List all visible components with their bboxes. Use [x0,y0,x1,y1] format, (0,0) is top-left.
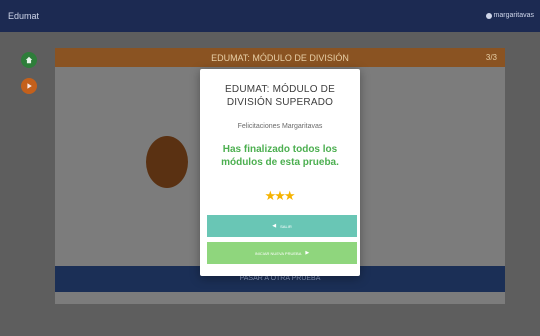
user-icon [485,12,492,19]
exit-button-label: SALIR [280,223,292,229]
home-icon [25,56,33,64]
chevron-right-icon: ▶ [305,249,310,256]
home-button[interactable] [21,52,37,68]
user-menu[interactable]: margaritavas [485,12,534,19]
star-rating: ★★★ [200,187,360,205]
top-bar: Edumat margaritavas [0,0,540,32]
exercise-illustration [146,136,188,188]
chevron-left-icon: ◀ [272,222,277,229]
start-new-test-button[interactable]: INICIAR NUEVA PRUEBA ▶ [207,242,357,264]
congrats-text: Felicitaciones Margaritavas [237,123,323,130]
exit-button[interactable]: ◀ SALIR [207,215,357,237]
card-header: EDUMAT: MÓDULO DE DIVISIÓN 3/3 [55,48,505,67]
completion-message: Has finalizado todos los módulos de esta… [221,144,339,168]
star-icon: ★ [283,188,296,203]
next-test-label: PASAR A OTRA PRUEBA [239,275,321,282]
dialog-title: EDUMAT: MÓDULO DE DIVISIÓN SUPERADO [225,84,335,108]
card-title: EDUMAT: MÓDULO DE DIVISIÓN [211,53,349,63]
start-new-test-label: INICIAR NUEVA PRUEBA [254,250,302,256]
completion-dialog: EDUMAT: MÓDULO DE DIVISIÓN SUPERADO Feli… [200,69,360,276]
app-title[interactable]: Edumat [8,11,39,21]
play-icon [27,83,32,89]
play-button[interactable] [21,78,37,94]
user-name: margaritavas [493,12,534,19]
card-progress: 3/3 [485,53,497,62]
